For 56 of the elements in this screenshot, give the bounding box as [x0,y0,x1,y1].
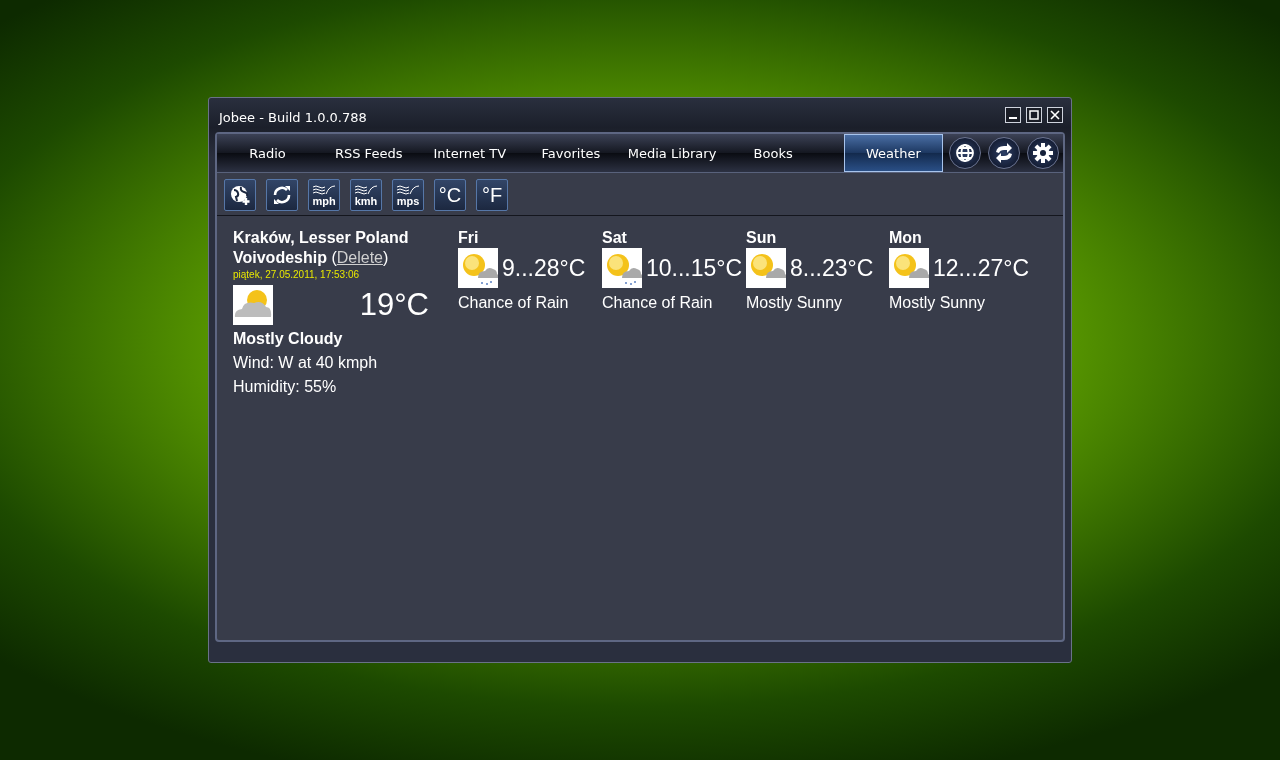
tab[interactable]: Favorites [520,135,622,171]
weather-icon [746,248,786,288]
weather-icon [458,248,498,288]
globe-icon [954,142,976,164]
minimize-icon [1009,117,1017,119]
minimize-button[interactable] [1005,107,1021,123]
sync-button[interactable] [988,137,1020,169]
tab[interactable]: Books [722,135,824,171]
sync-icon [993,142,1015,164]
close-icon [1050,110,1060,120]
temperature-range: 12...27°C [933,254,1030,282]
tab[interactable]: Media Library [621,135,723,171]
day-name: Fri [458,228,480,248]
location-heading: Kraków, Lesser Poland Voivodeship (Delete) [233,228,410,268]
wind-unit-button[interactable]: mps [392,179,424,211]
tab[interactable]: Weather [843,134,943,172]
forecast-condition: Mostly Sunny [889,293,987,313]
close-button[interactable] [1047,107,1063,123]
window-title: Jobee - Build 1.0.0.788 [219,108,367,125]
current-condition: Mostly Cloudy [233,329,344,349]
refresh-button[interactable] [266,179,298,211]
temperature-unit-button[interactable]: °C [434,179,466,211]
timestamp: piątek, 27.05.2011, 17:53:06 [233,268,361,281]
weather-icon [233,285,273,325]
forecast-condition: Chance of Rain [602,293,714,313]
tab[interactable]: Internet TV [419,135,521,171]
wind-unit-button[interactable]: mph [308,179,340,211]
wind-icon [396,183,420,196]
refresh-icon [271,184,293,206]
wind-icon [312,183,336,196]
weather-icon [602,248,642,288]
humidity-text: Humidity: 55% [233,377,338,397]
globe-button[interactable] [949,137,981,169]
temperature-range: 8...23°C [790,254,874,282]
temperature-unit-button[interactable]: °F [476,179,508,211]
settings-icon [1032,142,1054,164]
maximize-icon [1029,110,1039,120]
wind-icon [354,183,378,196]
delete-link[interactable]: Delete [336,249,383,266]
forecast-condition: Chance of Rain [458,293,570,313]
temperature-range: 9...28°C [502,254,586,282]
weather-icon [889,248,929,288]
current-temperature: 19°C [359,287,429,323]
settings-button[interactable] [1027,137,1059,169]
tab[interactable]: Radio [217,135,319,171]
tab[interactable]: RSS Feeds [318,135,420,171]
add-location-button[interactable] [224,179,256,211]
day-name: Sun [746,228,778,248]
forecast-condition: Mostly Sunny [746,293,844,313]
wind-text: Wind: W at 40 kmph [233,353,379,373]
wind-unit-button[interactable]: kmh [350,179,382,211]
temperature-range: 10...15°C [646,254,743,282]
globe-plus-icon [229,184,251,206]
day-name: Mon [889,228,923,248]
maximize-button[interactable] [1026,107,1042,123]
day-name: Sat [602,228,628,248]
